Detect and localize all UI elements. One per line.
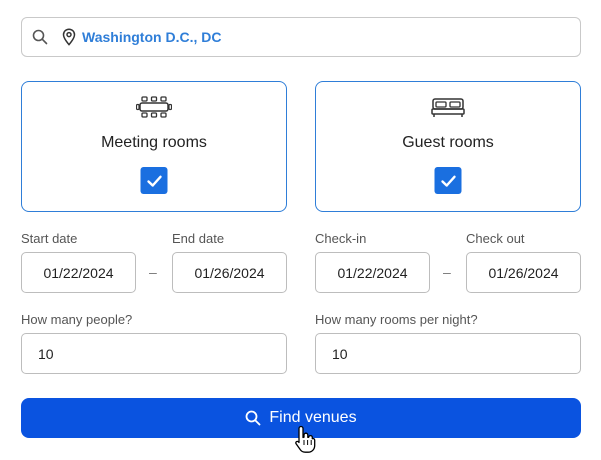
search-icon [32,29,48,45]
hand-pointer-cursor-icon [293,424,317,454]
location-pin-icon [62,28,76,46]
end-date-label: End date [172,231,225,246]
check-out-label: Check out [466,231,525,246]
start-date-input[interactable]: 01/22/2024 [21,252,136,293]
location-search-input[interactable]: Washington D.C., DC [21,17,581,57]
rooms-per-night-label: How many rooms per night? [315,312,478,327]
meeting-rooms-card[interactable]: Meeting rooms [21,81,287,212]
date-range-separator: – [443,264,451,280]
people-count-label: How many people? [21,312,133,327]
guest-rooms-checkbox[interactable] [434,167,462,194]
rooms-per-night-input[interactable]: 10 [315,333,581,374]
date-range-separator: – [149,264,157,280]
meeting-rooms-label: Meeting rooms [101,134,207,151]
people-count-input[interactable]: 10 [21,333,287,374]
location-value: Washington D.C., DC [82,29,222,45]
guest-rooms-card[interactable]: Guest rooms [315,81,581,212]
check-out-input[interactable]: 01/26/2024 [466,252,581,293]
end-date-input[interactable]: 01/26/2024 [172,252,287,293]
guest-rooms-label: Guest rooms [402,134,494,151]
search-icon [245,410,261,426]
start-date-label: Start date [21,231,78,246]
check-in-label: Check-in [315,231,367,246]
bed-icon [430,95,466,119]
meeting-table-icon [135,95,173,119]
check-in-input[interactable]: 01/22/2024 [315,252,430,293]
meeting-rooms-checkbox[interactable] [140,167,168,194]
